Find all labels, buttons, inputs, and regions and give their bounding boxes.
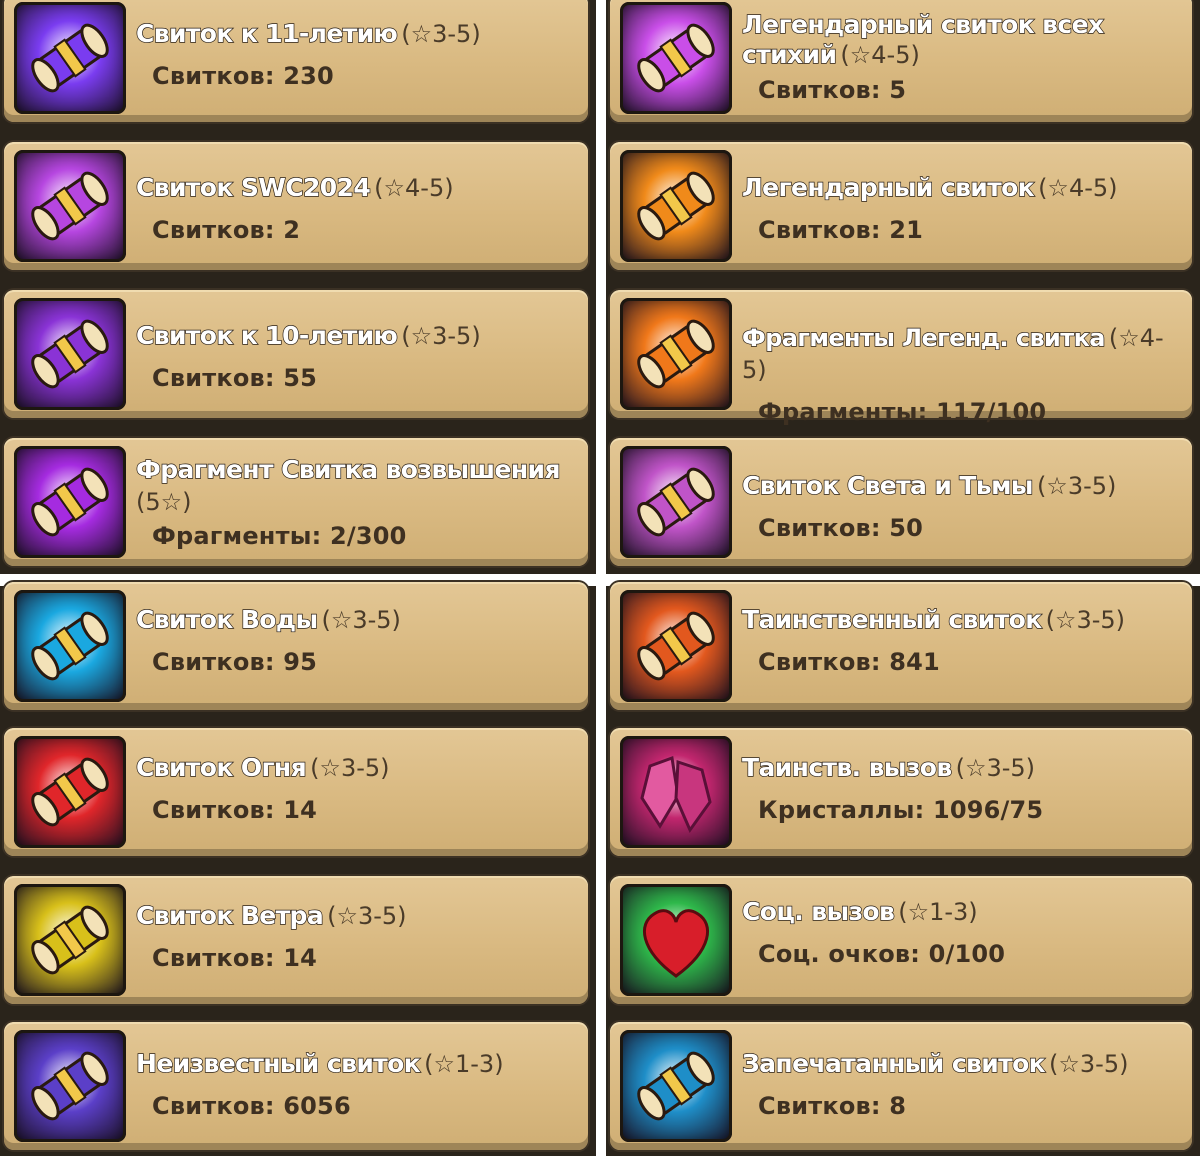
star-range: (5☆) [136,488,192,516]
scroll-card[interactable]: Свиток SWC2024 (☆4-5) Свитков: 2 [4,142,588,270]
star-range: (☆3-5) [1045,606,1126,634]
scroll-count: Свитков: 14 [152,944,318,972]
scroll-title: Свиток к 10-летию (☆3-5) [135,320,481,350]
transcendence-scroll-fragment-icon-art [31,467,109,537]
star-range: (☆3-5) [1036,472,1117,500]
scroll-card[interactable]: Фрагмент Свитка возвышения (5☆) Фрагменты… [4,438,588,566]
panel-bottom-right: Таинственный свиток (☆3-5) Свитков: 841 Т… [606,582,1200,1156]
scroll-title: Неизвестный свиток (☆1-3) [135,1048,504,1078]
scroll-count: Свитков: 6056 [152,1092,351,1120]
scroll-card[interactable]: Легендарный свиток (☆4-5) Свитков: 21 [610,142,1192,270]
wind-scroll-icon [14,884,126,996]
legendary-all-attribute-scroll-icon-art [637,23,715,93]
legendary-scroll-icon [620,150,732,262]
water-scroll-icon [14,590,126,702]
scroll-count: Свитков: 841 [758,648,940,676]
scroll-count: Свитков: 8 [758,1092,907,1120]
scroll-title: Таинств. вызов (☆3-5) [741,752,1036,782]
scroll-card[interactable]: Свиток Огня (☆3-5) Свитков: 14 [4,728,588,856]
scroll-count: Фрагменты: 117/100 [758,398,1047,426]
scroll-title: Соц. вызов (☆1-3) [741,896,978,926]
scroll-title: Свиток к 11-летию (☆3-5) [135,18,481,48]
star-range: (☆3-5) [401,20,481,48]
scroll-title: Легендарный свиток (☆4-5) [741,172,1118,202]
unknown-scroll-icon [14,1030,126,1142]
star-range: (☆4-5) [1038,174,1118,202]
scroll-10th-anniversary-icon [14,298,126,410]
scroll-title: Запечатанный свиток (☆3-5) [741,1048,1129,1078]
scroll-swc2024-icon [14,150,126,262]
star-range: (☆3-5) [1049,1050,1129,1078]
scroll-card[interactable]: Неизвестный свиток (☆1-3) Свитков: 6056 [4,1022,588,1150]
scroll-11th-anniversary-icon [14,2,126,114]
scroll-count: Свитков: 14 [152,796,318,824]
scroll-count: Свитков: 55 [152,364,318,392]
scroll-title: Фрагмент Свитка возвышения (5☆) [135,454,561,516]
star-range: (☆3-5) [321,606,401,634]
star-range: (☆1-3) [898,898,978,926]
scroll-card[interactable]: Соц. вызов (☆1-3) Соц. очков: 0/100 [610,876,1192,1004]
scroll-title: Свиток SWC2024 (☆4-5) [135,172,454,202]
scroll-card[interactable]: Свиток Воды (☆3-5) Свитков: 95 [4,582,588,710]
scroll-count: Кристаллы: 1096/75 [758,796,1044,824]
social-summon-heart-icon [620,884,732,996]
scroll-title: Свиток Воды (☆3-5) [135,604,401,634]
star-range: (☆3-5) [401,322,481,350]
scroll-title: Фрагменты Легенд. свитка (☆4-5) [741,323,1164,384]
scroll-count: Свитков: 95 [152,648,318,676]
sealed-scroll-icon [620,1030,732,1142]
light-and-dark-scroll-icon-art [637,467,715,537]
scroll-10th-anniversary-icon-art [31,319,109,389]
scroll-card[interactable]: Фрагменты Легенд. свитка (☆4-5) Фрагменты… [610,290,1192,426]
scroll-count: Свитков: 5 [758,76,907,104]
crystal-summon-icon [620,736,732,848]
fire-scroll-icon [14,736,126,848]
scroll-title: Свиток Огня (☆3-5) [135,752,390,782]
social-summon-heart-icon-art [642,909,710,978]
scroll-card[interactable]: Таинственный свиток (☆3-5) Свитков: 841 [610,582,1192,710]
scroll-count: Фрагменты: 2/300 [152,522,407,550]
unknown-scroll-icon-art [31,1051,109,1121]
scroll-title: Свиток Света и Тьмы (☆3-5) [741,470,1117,500]
scroll-11th-anniversary-icon-art [31,23,109,93]
fire-scroll-icon-art [31,757,109,827]
mystical-scroll-icon [620,590,732,702]
legendary-scroll-pieces-icon [620,298,732,410]
wind-scroll-icon-art [31,905,109,975]
scroll-card[interactable]: Таинств. вызов (☆3-5) Кристаллы: 1096/75 [610,728,1192,856]
star-range: (☆3-5) [310,754,390,782]
scroll-card[interactable]: Легендарный свиток всех стихий (☆4-5) Сви… [610,0,1192,122]
scroll-swc2024-icon-art [31,171,109,241]
panel-top-right: Легендарный свиток всех стихий (☆4-5) Сви… [606,0,1200,574]
star-range: (☆3-5) [955,754,1036,782]
scroll-card[interactable]: Свиток к 11-летию (☆3-5) Свитков: 230 [4,0,588,122]
scroll-count: Свитков: 21 [758,216,924,244]
star-range: (☆4-5) [374,174,454,202]
mystical-scroll-icon-art [637,611,715,681]
scroll-count: Свитков: 50 [758,514,924,542]
scroll-count: Свитков: 2 [152,216,301,244]
panel-bottom-left: Свиток Воды (☆3-5) Свитков: 95 Свиток Огн… [0,582,596,1156]
scroll-title: Легендарный свиток всех стихий (☆4-5) [741,9,1104,69]
legendary-all-attribute-scroll-icon [620,2,732,114]
scroll-count: Свитков: 230 [152,62,334,90]
scroll-count: Соц. очков: 0/100 [758,940,1006,968]
crystal-summon-icon-art [640,755,712,834]
panel-top-left: Свиток к 11-летию (☆3-5) Свитков: 230 Сви… [0,0,596,574]
scroll-card[interactable]: Запечатанный свиток (☆3-5) Свитков: 8 [610,1022,1192,1150]
water-scroll-icon-art [31,611,109,681]
star-range: (☆3-5) [327,902,407,930]
scroll-title: Таинственный свиток (☆3-5) [741,604,1126,634]
legendary-scroll-pieces-icon-art [637,319,715,389]
legendary-scroll-icon-art [637,171,715,241]
scroll-card[interactable]: Свиток Ветра (☆3-5) Свитков: 14 [4,876,588,1004]
star-range: (☆1-3) [424,1050,504,1078]
scroll-card[interactable]: Свиток к 10-летию (☆3-5) Свитков: 55 [4,290,588,418]
scroll-card[interactable]: Свиток Света и Тьмы (☆3-5) Свитков: 50 [610,438,1192,566]
scroll-title: Свиток Ветра (☆3-5) [135,900,407,930]
star-range: (☆4-5) [840,41,920,69]
transcendence-scroll-fragment-icon [14,446,126,558]
sealed-scroll-icon-art [637,1051,715,1121]
light-and-dark-scroll-icon [620,446,732,558]
